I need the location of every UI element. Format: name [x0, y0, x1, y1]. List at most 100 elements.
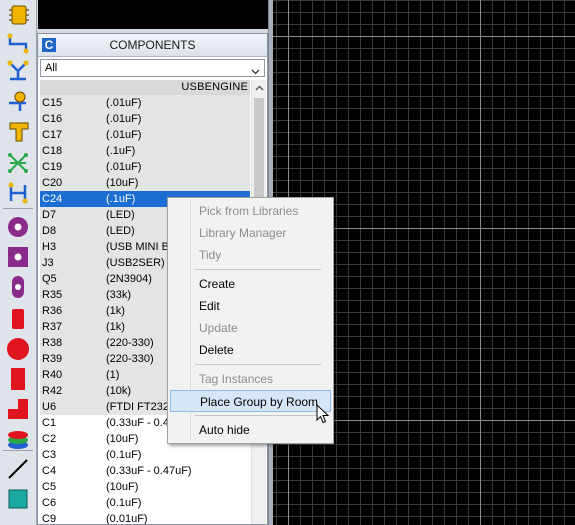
component-row[interactable]: C6 (0.1uF)	[40, 495, 250, 511]
component-ref: C6	[42, 497, 57, 509]
component-filter-select[interactable]: All	[40, 59, 265, 77]
component-ref: C17	[42, 129, 63, 141]
ratsnest-tool[interactable]	[4, 150, 32, 176]
terminal-tool[interactable]	[4, 118, 32, 144]
component-value: (10uF)	[106, 481, 139, 493]
box-shape-tool[interactable]	[4, 486, 32, 512]
circle-shape-tool[interactable]	[4, 336, 32, 362]
component-row[interactable]: C18 (.1uF)	[40, 143, 250, 159]
tool-separator	[3, 208, 33, 209]
menu-item-label: Delete	[199, 343, 234, 357]
terminal-icon	[6, 119, 30, 143]
component-ref: C2	[42, 433, 57, 445]
round-pad-tool[interactable]	[4, 214, 32, 240]
menu-item-update[interactable]: Update	[170, 317, 331, 339]
connection-icon	[6, 181, 30, 205]
connection-tool[interactable]	[4, 180, 32, 206]
component-value: (.01uF)	[106, 161, 142, 173]
menu-item-create[interactable]: Create	[170, 273, 331, 295]
component-row[interactable]: C15 (.01uF)	[40, 95, 250, 111]
component-value: (FTDI FT232	[106, 401, 169, 413]
component-ref: C15	[42, 97, 63, 109]
component-row[interactable]: C19 (.01uF)	[40, 159, 250, 175]
component-value: (0.33uF - 0.47uF)	[106, 465, 192, 477]
menu-separator	[195, 269, 321, 270]
component-value: (10uF)	[106, 433, 139, 445]
component-value: (1k)	[106, 305, 125, 317]
square-pad-tool[interactable]	[4, 244, 32, 270]
menu-item-label: Library Manager	[199, 226, 287, 240]
layer-stack-tool[interactable]	[4, 426, 32, 452]
menu-item-tidy[interactable]: Tidy	[170, 244, 331, 266]
component-value: (.1uF)	[106, 193, 136, 205]
component-ref: D8	[42, 225, 57, 237]
component-value: (220-330)	[106, 337, 154, 349]
panel-badge-icon[interactable]: C	[42, 38, 56, 52]
oval-pad-tool[interactable]	[4, 274, 32, 300]
grid-major-line	[480, 0, 481, 525]
component-value: (1k)	[106, 321, 125, 333]
component-row[interactable]: C9 (0.01uF)	[40, 511, 250, 524]
square-pad-icon	[6, 245, 30, 269]
component-value: (0.1uF)	[106, 449, 142, 461]
component-ref: J3	[42, 257, 54, 269]
component-row[interactable]: C16 (.01uF)	[40, 111, 250, 127]
component-ref: C24	[42, 193, 63, 205]
context-menu: Pick from Libraries Library Manager Tidy Cr…	[167, 197, 334, 444]
menu-item-auto-hide[interactable]: Auto hide	[170, 419, 331, 441]
component-value: (0.01uF)	[106, 513, 148, 524]
component-value: (USB MINI B	[106, 241, 169, 253]
menu-item-label: Tidy	[199, 248, 222, 262]
oval-pad-icon	[6, 275, 30, 299]
smt-pad-tool[interactable]	[4, 306, 32, 332]
component-chip-icon	[6, 3, 30, 27]
menu-item-label: Auto hide	[199, 423, 250, 437]
component-row[interactable]: C4 (0.33uF - 0.47uF)	[40, 463, 250, 479]
rectangle-shape-tool[interactable]	[4, 366, 32, 392]
bus-route-tool[interactable]	[4, 58, 32, 84]
component-ref: R37	[42, 321, 63, 333]
bus-route-icon	[6, 59, 30, 83]
mouse-cursor-icon	[316, 403, 330, 429]
component-value: (USB2SER)	[106, 257, 165, 269]
preview-area	[38, 0, 268, 29]
component-value: (1)	[106, 369, 120, 381]
menu-item-tag-instances[interactable]: Tag Instances	[170, 368, 331, 390]
component-ref: R39	[42, 353, 63, 365]
menu-item-label: Create	[199, 277, 236, 291]
polygon-shape-icon	[6, 397, 30, 421]
menu-item-edit[interactable]: Edit	[170, 295, 331, 317]
component-row[interactable]: C5 (10uF)	[40, 479, 250, 495]
menu-item-delete[interactable]: Delete	[170, 339, 331, 361]
component-ref: D7	[42, 209, 57, 221]
tool-separator	[3, 450, 33, 451]
component-chip-tool[interactable]	[4, 2, 32, 28]
line-draw-tool[interactable]	[4, 456, 32, 482]
menu-item-library-manager[interactable]: Library Manager	[170, 222, 331, 244]
menu-item-place-group-by-room[interactable]: Place Group by Room	[170, 390, 331, 412]
junction-dot-tool[interactable]	[4, 88, 32, 114]
component-ref: C18	[42, 145, 63, 157]
menu-separator	[195, 415, 321, 416]
component-value: (.1uF)	[106, 145, 136, 157]
menu-item-label: Tag Instances	[199, 372, 274, 386]
component-row[interactable]: C3 (0.1uF)	[40, 447, 250, 463]
track-route-tool[interactable]	[4, 30, 32, 56]
polygon-shape-tool[interactable]	[4, 396, 32, 422]
group-header[interactable]: USBENGINE	[40, 80, 250, 95]
menu-item-label: Pick from Libraries	[199, 204, 299, 218]
component-row[interactable]: C20 (10uF)	[40, 175, 250, 191]
component-value: (LED)	[106, 225, 135, 237]
grid-major-line	[273, 36, 575, 37]
menu-item-pick-from-libraries[interactable]: Pick from Libraries	[170, 200, 331, 222]
rectangle-shape-icon	[6, 367, 30, 391]
scroll-up-icon[interactable]	[252, 80, 266, 96]
component-ref: C3	[42, 449, 57, 461]
chevron-down-icon[interactable]	[251, 63, 260, 81]
component-row[interactable]: C17 (.01uF)	[40, 127, 250, 143]
tool-strip	[0, 0, 37, 525]
component-ref: R40	[42, 369, 63, 381]
box-shape-icon	[6, 487, 30, 511]
smt-pad-icon	[6, 307, 30, 331]
menu-separator	[195, 364, 321, 365]
